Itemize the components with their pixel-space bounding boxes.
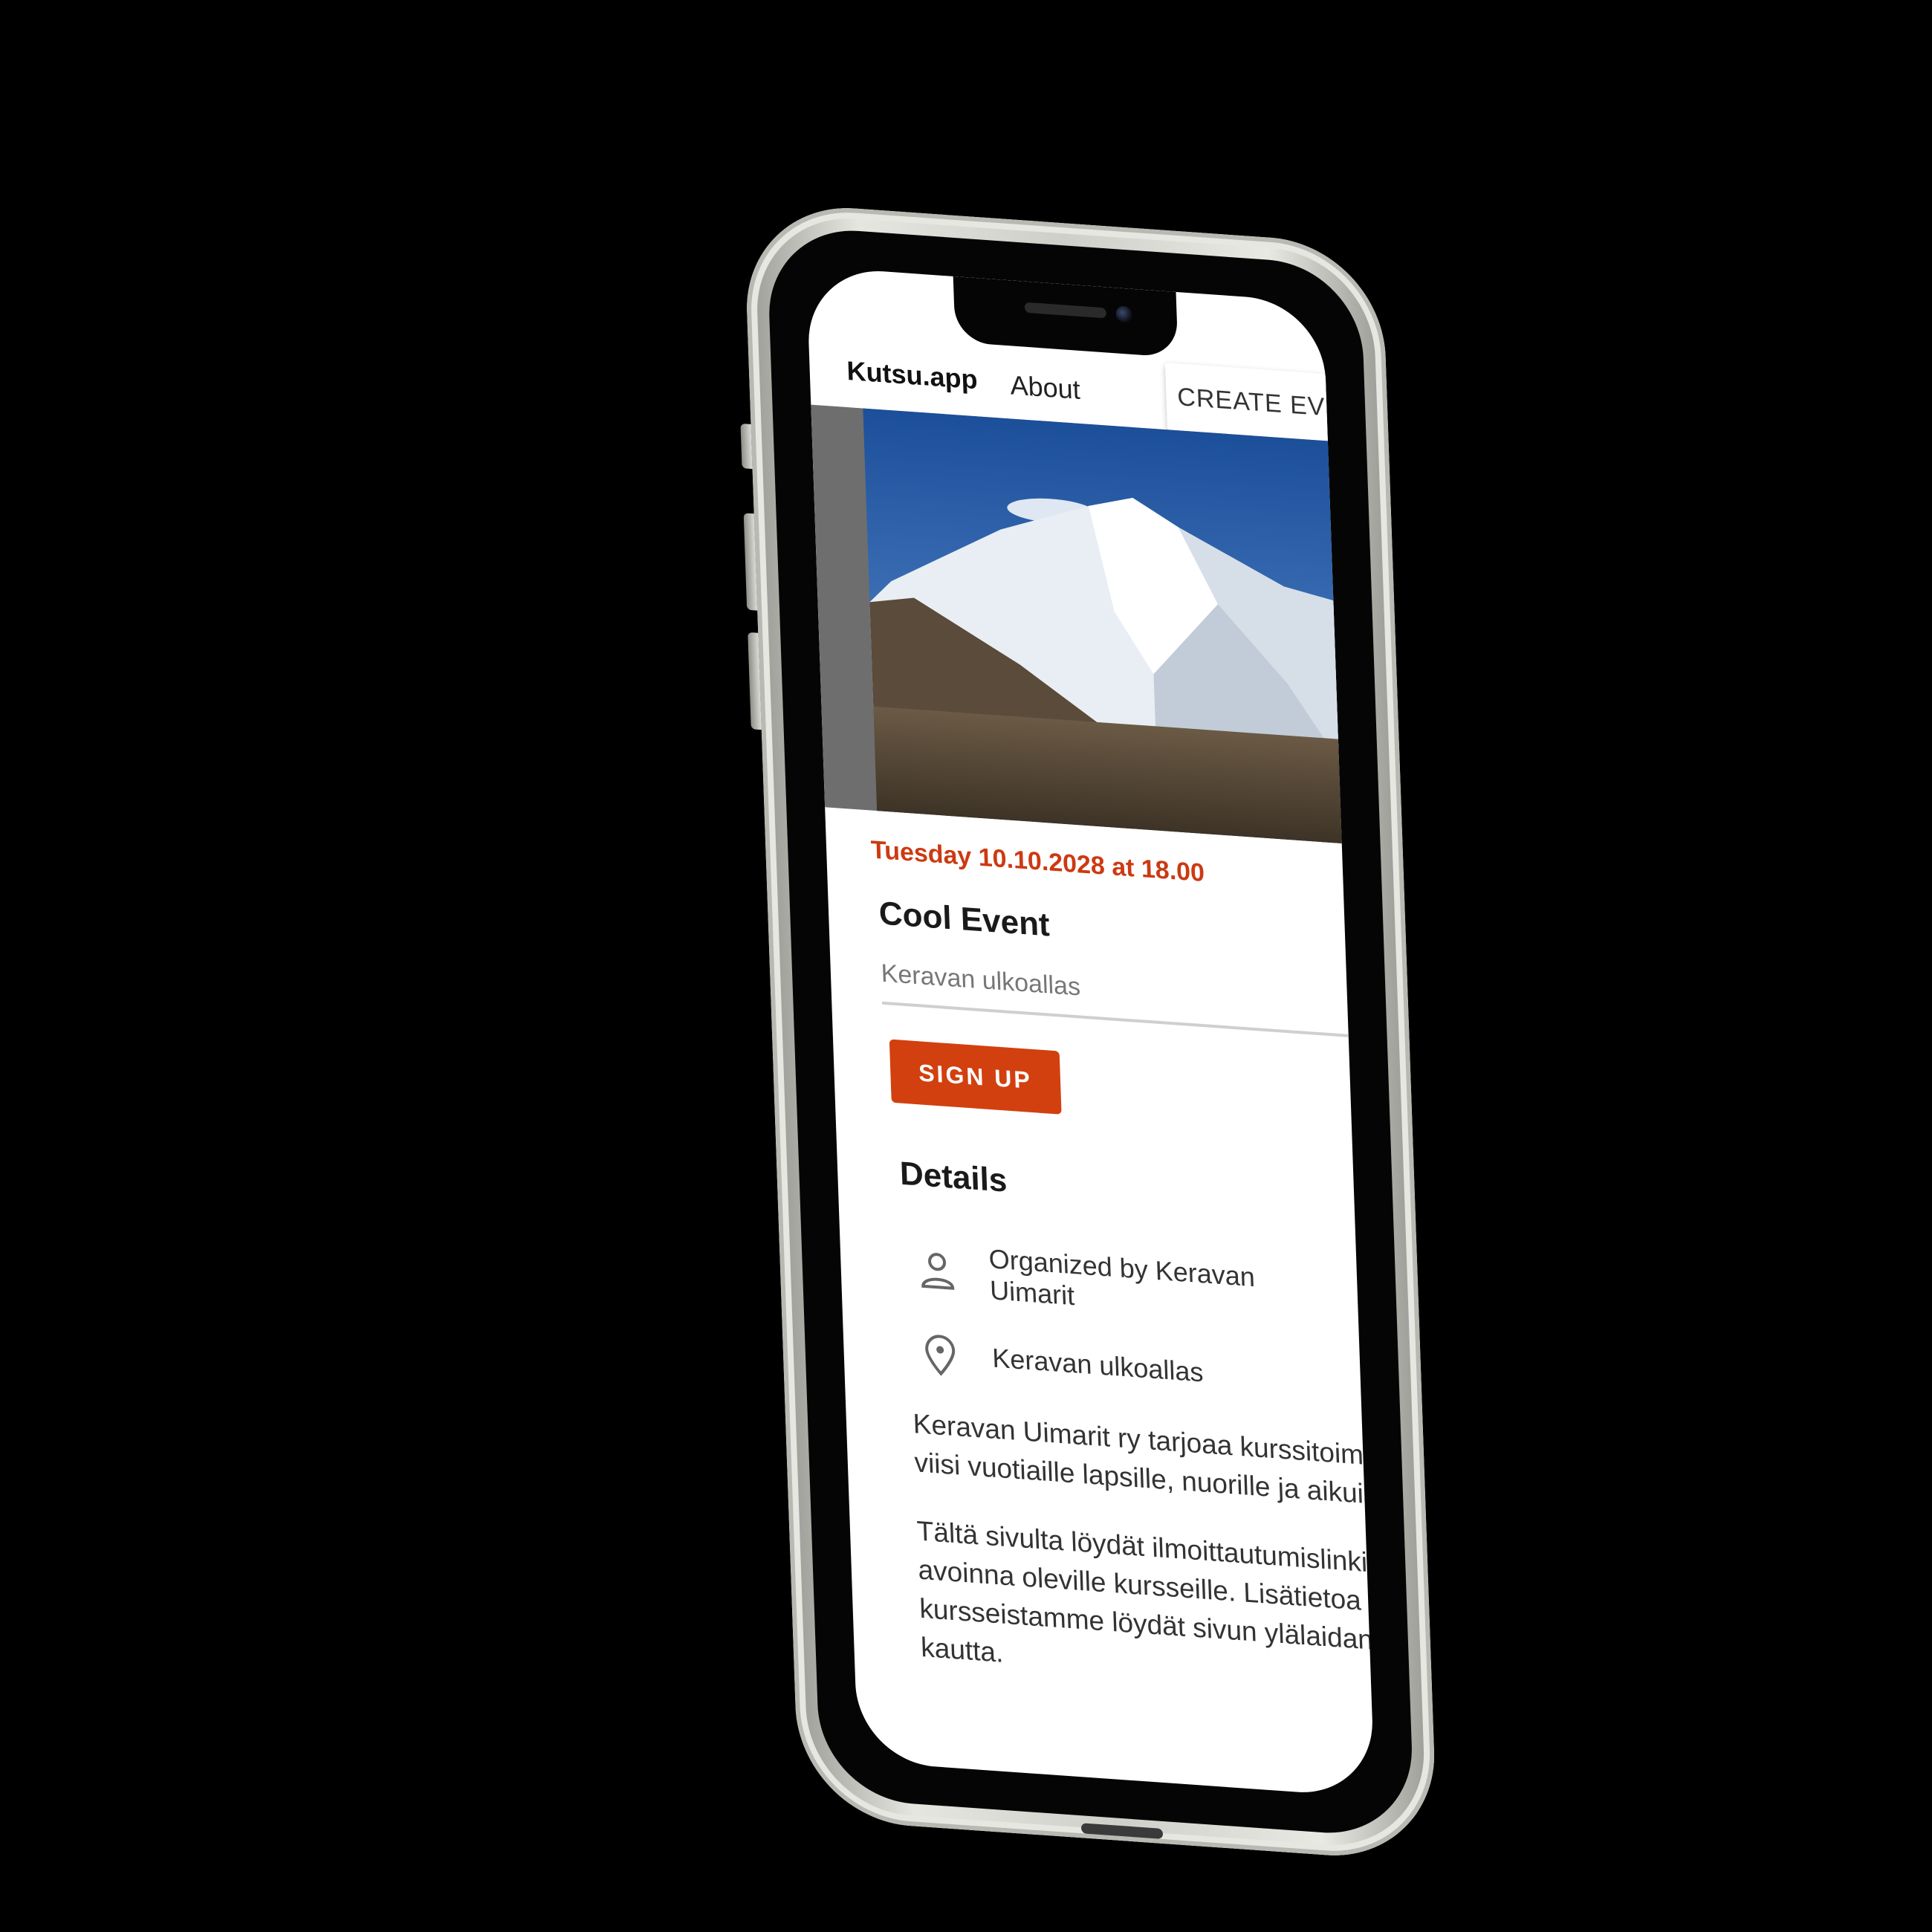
phone-notch bbox=[953, 276, 1179, 358]
event-date: Tuesday 10.10.2028 at 18.00 bbox=[870, 835, 1205, 888]
brand-logo[interactable]: Kutsu.app bbox=[846, 355, 978, 395]
description-paragraph-2: Tältä sivulta löydät ilmoittautumislinki… bbox=[916, 1515, 1375, 1668]
lightning-port bbox=[1080, 1823, 1164, 1839]
description-paragraph-1: Keravan Uimarit ry tarjoaa kurssitoimint… bbox=[912, 1407, 1375, 1513]
person-icon bbox=[921, 1253, 955, 1290]
beta-badge: Beta bbox=[1338, 449, 1375, 476]
sign-up-button[interactable]: SIGN UP bbox=[889, 1039, 1062, 1115]
event-title: Cool Event bbox=[878, 895, 1051, 944]
phone-frame: Kutsu.app About CREATE EVENT Beta Tuesda… bbox=[740, 201, 1439, 1863]
phone-screen: Kutsu.app About CREATE EVENT Beta Tuesda… bbox=[805, 266, 1375, 1798]
nav-about-link[interactable]: About bbox=[1010, 369, 1080, 406]
front-camera bbox=[1115, 305, 1133, 323]
phone-volume-up-button bbox=[743, 513, 758, 611]
event-location-field[interactable]: Keravan ulkoallas bbox=[881, 959, 1375, 1045]
mountain-photo bbox=[863, 408, 1375, 851]
event-hero-image bbox=[811, 404, 1375, 851]
details-heading: Details bbox=[899, 1155, 1008, 1199]
location-text: Keravan ulkoallas bbox=[991, 1342, 1205, 1388]
phone-bezel: Kutsu.app About CREATE EVENT Beta Tuesda… bbox=[766, 224, 1416, 1839]
organizer-text: Organized by Keravan Uimarit bbox=[988, 1242, 1256, 1312]
organizer-row: Organized by Keravan Uimarit bbox=[914, 1238, 1322, 1329]
phone-silent-switch bbox=[740, 423, 753, 470]
mockup-stage: Kutsu.app About CREATE EVENT Beta Tuesda… bbox=[0, 0, 1932, 1932]
location-pin-icon bbox=[925, 1335, 956, 1376]
phone-volume-down-button bbox=[748, 632, 762, 730]
earpiece-speaker bbox=[1024, 302, 1107, 319]
event-content: Tuesday 10.10.2028 at 18.00 Cool Event K… bbox=[870, 835, 1375, 1696]
location-row: Keravan ulkoallas bbox=[917, 1330, 1324, 1403]
